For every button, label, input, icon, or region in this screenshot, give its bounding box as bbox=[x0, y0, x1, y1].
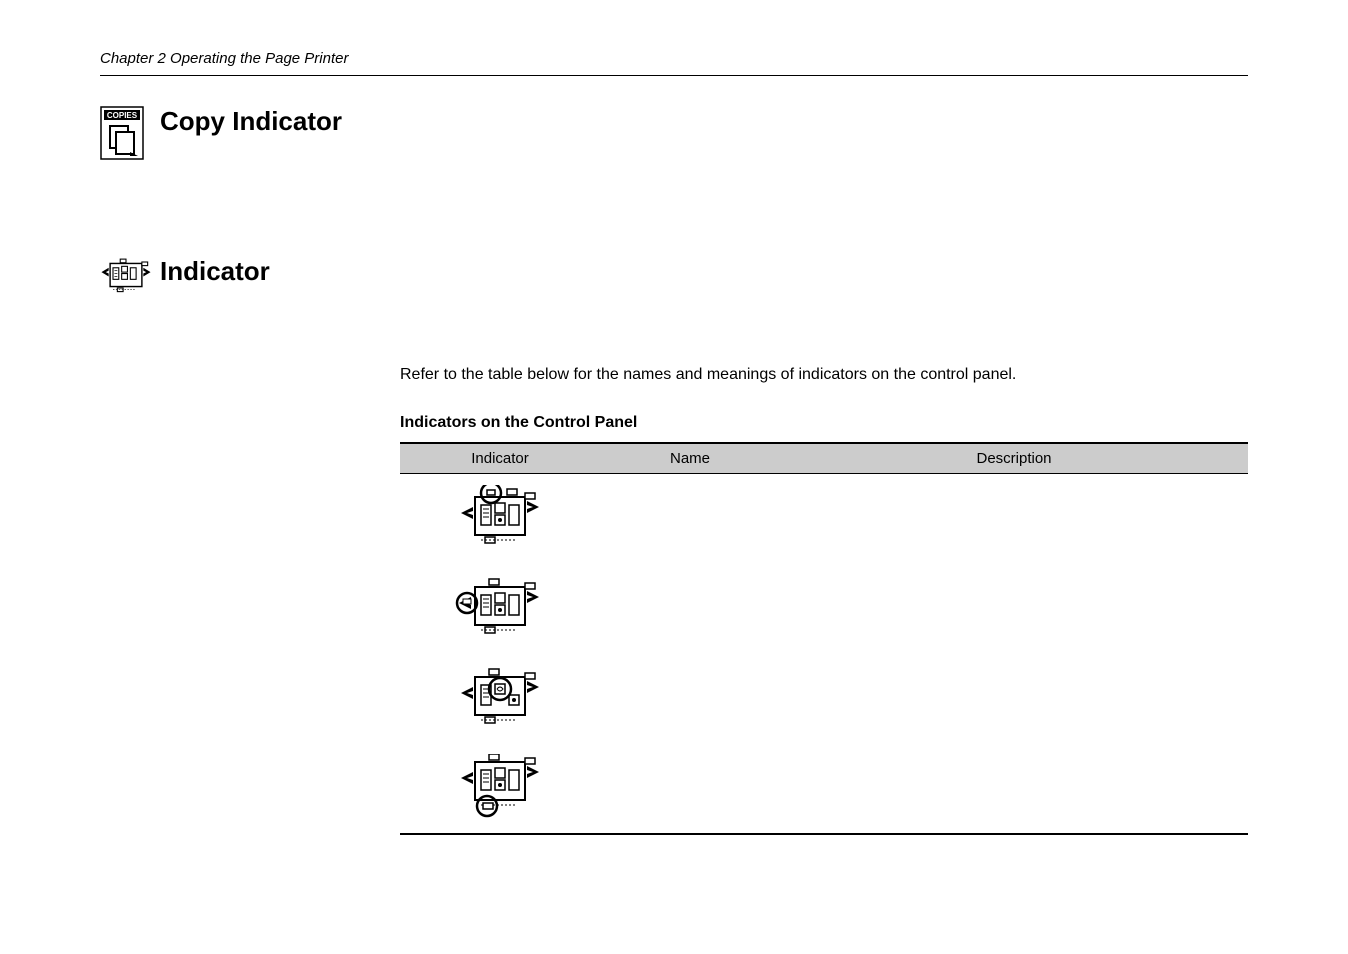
indicator-icon-cell bbox=[400, 744, 600, 834]
indicator-icon-cell bbox=[400, 654, 600, 744]
indicator-intro-text: Refer to the table below for the names a… bbox=[400, 366, 1248, 384]
section-indicator: Indicator bbox=[100, 256, 1248, 306]
indicator-content: Refer to the table below for the names a… bbox=[400, 366, 1248, 835]
panel-icon-bottom-tray bbox=[455, 754, 545, 818]
table-cell-name bbox=[600, 564, 780, 654]
table-header-name: Name bbox=[600, 443, 780, 474]
copy-indicator-title: Copy Indicator bbox=[160, 106, 342, 137]
chapter-header: Chapter 2 Operating the Page Printer bbox=[100, 50, 1248, 67]
table-cell-name bbox=[600, 474, 780, 564]
table-cell-description bbox=[780, 654, 1248, 744]
panel-icon-center-dial bbox=[455, 665, 545, 729]
table-cell-name bbox=[600, 654, 780, 744]
copies-label: COPIES bbox=[107, 111, 138, 120]
indicator-table: Indicator Name Description bbox=[400, 442, 1248, 835]
table-row bbox=[400, 564, 1248, 654]
table-cell-description bbox=[780, 564, 1248, 654]
indicator-title: Indicator bbox=[160, 256, 270, 287]
table-row bbox=[400, 474, 1248, 564]
section-copy-indicator: COPIES Copy Indicator bbox=[100, 106, 1248, 156]
table-cell-description bbox=[780, 474, 1248, 564]
panel-icon-left-tray bbox=[455, 575, 545, 639]
indicator-subtitle: Indicators on the Control Panel bbox=[400, 414, 1248, 432]
table-row bbox=[400, 654, 1248, 744]
panel-icon-top-left bbox=[455, 485, 545, 549]
indicator-panel-icon bbox=[100, 256, 144, 306]
indicator-icon-cell bbox=[400, 474, 600, 564]
header-rule bbox=[100, 75, 1248, 76]
table-header-description: Description bbox=[780, 443, 1248, 474]
table-cell-description bbox=[780, 744, 1248, 834]
table-cell-name bbox=[600, 744, 780, 834]
table-header-indicator: Indicator bbox=[400, 443, 600, 474]
indicator-icon-cell bbox=[400, 564, 600, 654]
copies-icon: COPIES bbox=[100, 106, 144, 156]
table-row bbox=[400, 744, 1248, 834]
